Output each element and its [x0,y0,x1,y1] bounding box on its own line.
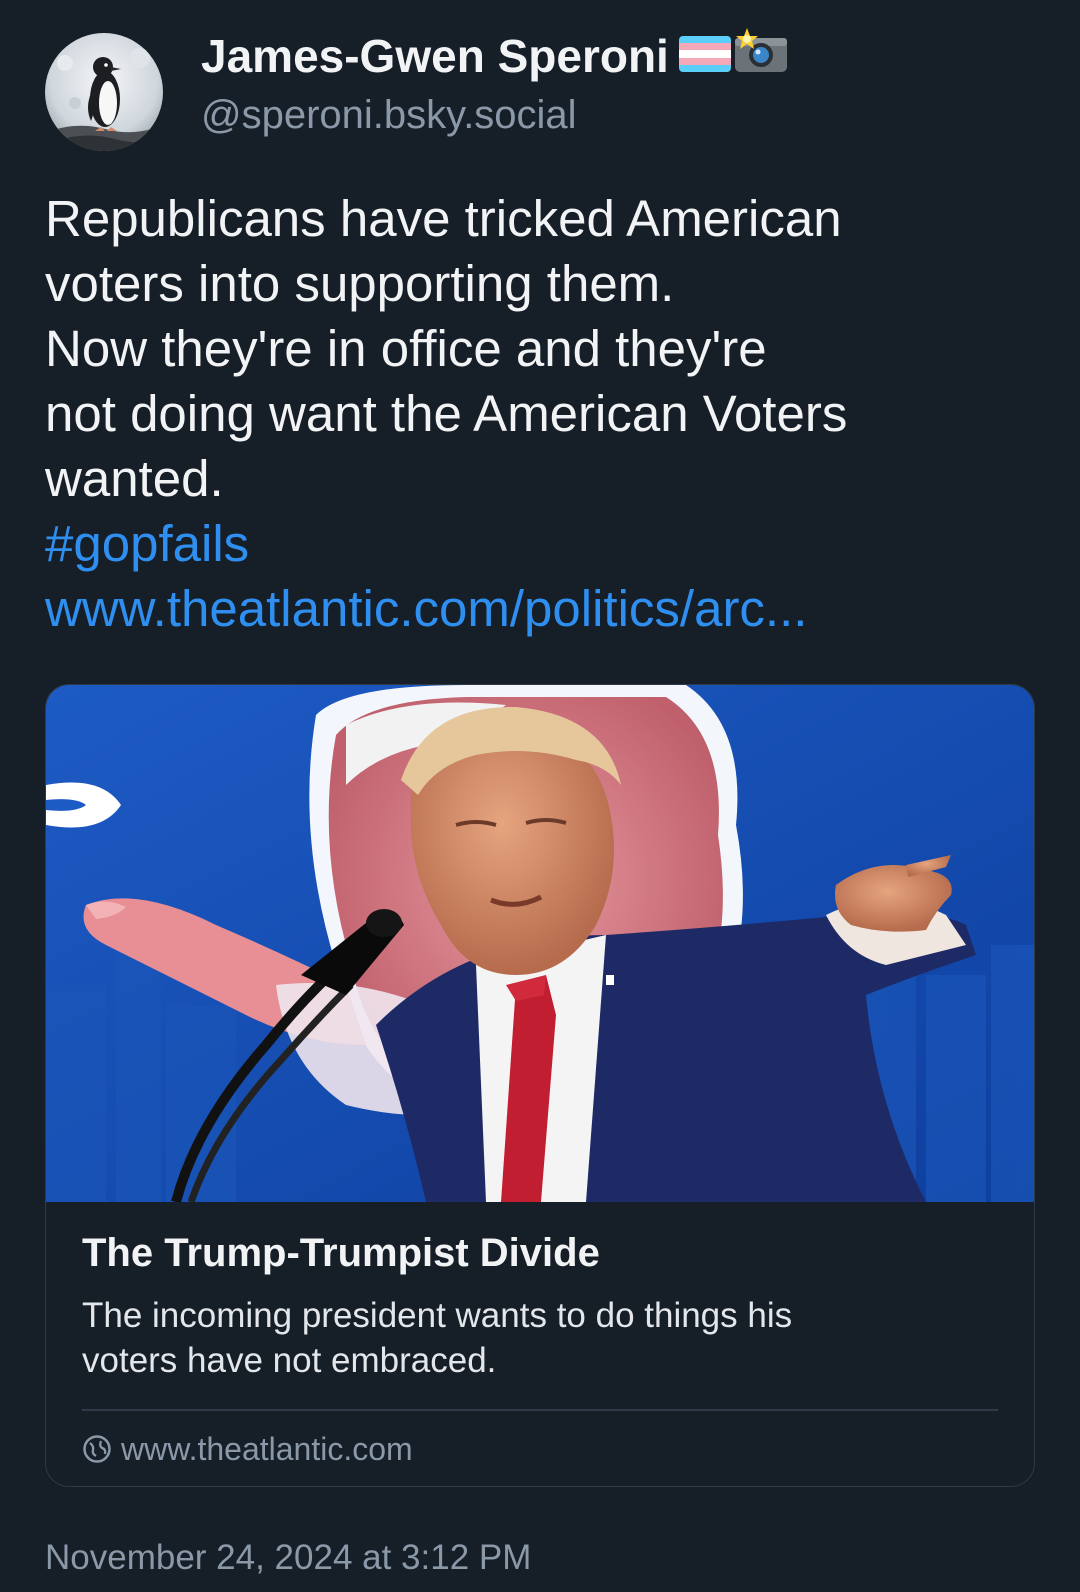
post-thread-view: James-Gwen Speroni @speroni.bsky.social … [0,0,1080,1592]
post-text-line: Republicans have tricked American [45,190,842,247]
post-text-line: not doing want the American Voters [45,385,848,442]
post-timestamp[interactable]: November 24, 2024 at 3:12 PM [45,1536,531,1580]
article-thumbnail-image [46,685,1034,1202]
link-card-body: The Trump-Trumpist Divide The incoming p… [46,1227,1034,1468]
post-text: Republicans have tricked American voters… [45,186,1025,641]
transgender-flag-icon [678,27,731,85]
link-card-description: The incoming president wants to do thing… [82,1293,998,1383]
post-text-line: wanted. [45,450,224,507]
display-name-text: James-Gwen Speroni [201,30,669,82]
description-line: The incoming president wants to do thing… [82,1296,793,1335]
description-line: voters have not embraced. [82,1341,497,1380]
author-display-name[interactable]: James-Gwen Speroni [201,26,789,87]
post-text-line: Now they're in office and they're [45,320,767,377]
author-handle[interactable]: @speroni.bsky.social [201,87,789,143]
avatar[interactable] [45,33,163,151]
post-text-line: voters into supporting them. [45,255,675,312]
link-card-title: The Trump-Trumpist Divide [82,1231,600,1275]
post-header: James-Gwen Speroni @speroni.bsky.social [45,27,789,151]
hashtag-link[interactable]: #gopfails [45,511,1025,576]
camera-flash-icon [733,26,789,87]
link-card-domain: www.theatlantic.com [121,1430,413,1467]
link-preview-card[interactable]: The Trump-Trumpist Divide The incoming p… [45,684,1035,1487]
author-info: James-Gwen Speroni @speroni.bsky.social [201,26,789,143]
penguin-avatar-image [45,33,163,151]
card-divider [82,1409,998,1411]
link-card-domain-row: www.theatlantic.com [82,1431,998,1468]
globe-icon [83,1435,111,1463]
article-link[interactable]: www.theatlantic.com/politics/arc... [45,576,1025,641]
